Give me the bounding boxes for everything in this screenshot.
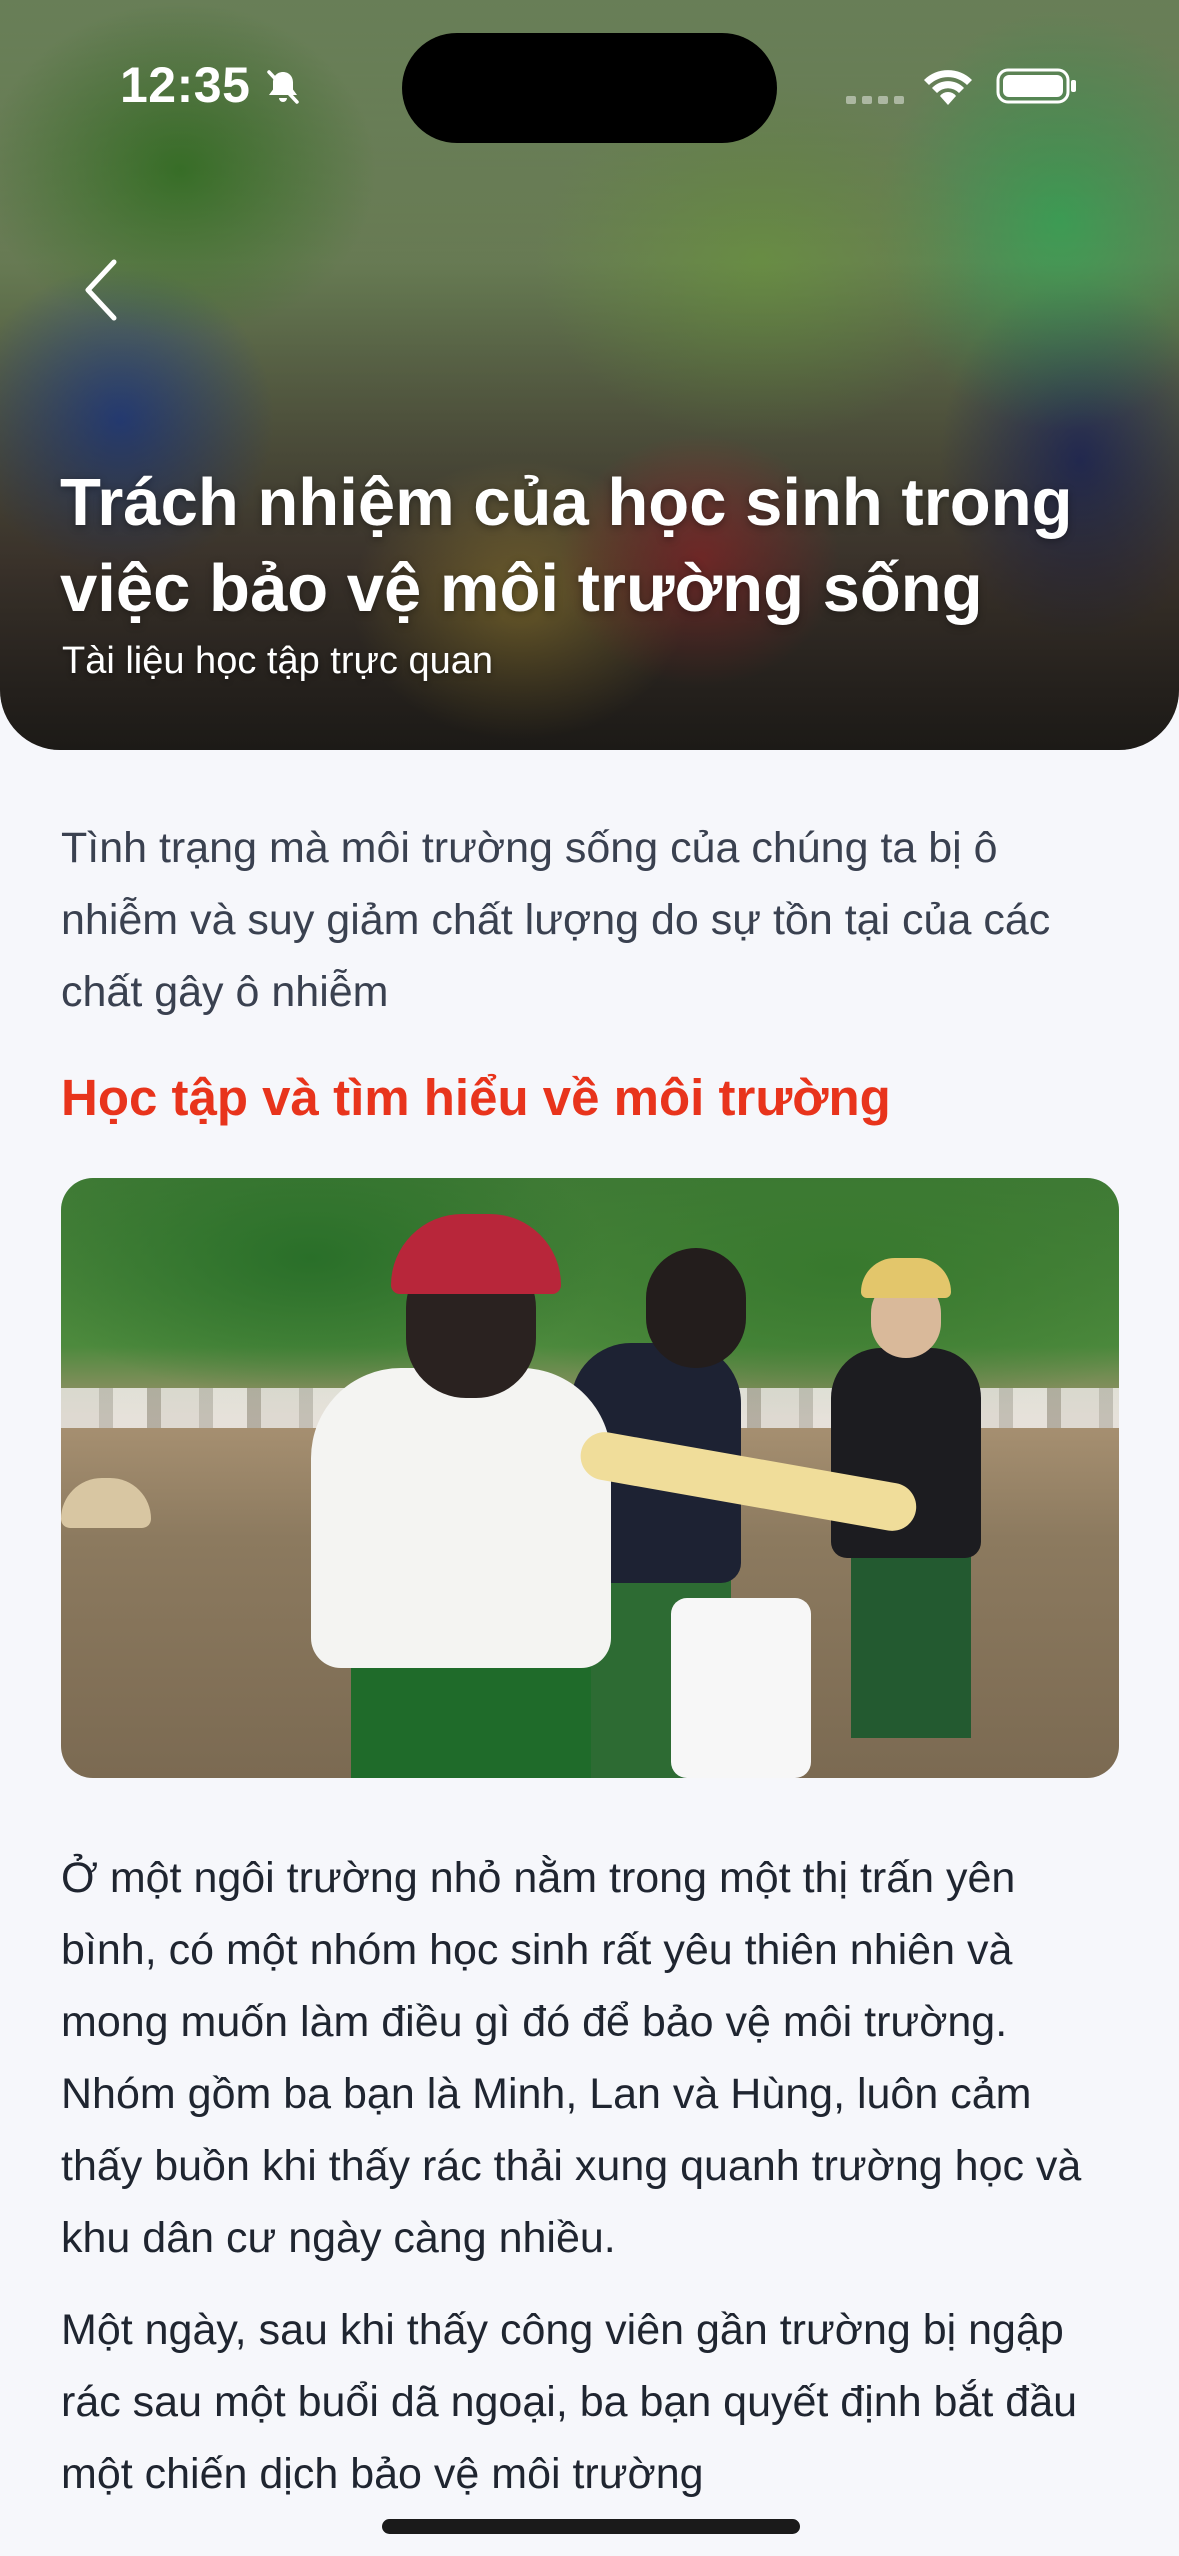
bell-slash-icon	[267, 70, 299, 104]
dynamic-island	[402, 33, 777, 143]
page-title: Trách nhiệm của học sinh trong việc bảo …	[60, 465, 1073, 626]
section-heading: Học tập và tìm hiểu về môi trường	[61, 1069, 891, 1126]
photo-figure	[311, 1368, 611, 1668]
photo-figure	[391, 1214, 561, 1294]
back-button[interactable]	[68, 250, 138, 330]
photo-trash-bag	[671, 1598, 811, 1778]
home-indicator[interactable]	[382, 2519, 800, 2534]
photo-figure	[861, 1258, 951, 1298]
photo-figure	[851, 1548, 971, 1738]
status-bar: 12:35	[0, 0, 1179, 170]
photo-figure	[61, 1478, 151, 1528]
photo-figure	[646, 1248, 746, 1368]
article-paragraph: Ở một ngôi trường nhỏ nằm trong một thị …	[61, 1854, 1082, 2262]
status-time: 12:35	[120, 57, 251, 113]
article-intro: Tình trạng mà môi trường sống của chúng …	[61, 824, 1051, 1016]
article-paragraph: Một ngày, sau khi thấy công viên gần trư…	[61, 2306, 1078, 2498]
page-subtitle: Tài liệu học tập trực quan	[62, 640, 494, 682]
hero-banner: 12:35 Trách nhiệm của học sinh trong việ…	[0, 0, 1179, 750]
article-content: Tình trạng mà môi trường sống của chúng …	[61, 812, 1121, 2510]
battery-icon	[996, 68, 1076, 104]
cellular-signal-icon	[846, 96, 904, 104]
wifi-icon	[924, 70, 972, 105]
section-photo	[61, 1178, 1119, 1778]
